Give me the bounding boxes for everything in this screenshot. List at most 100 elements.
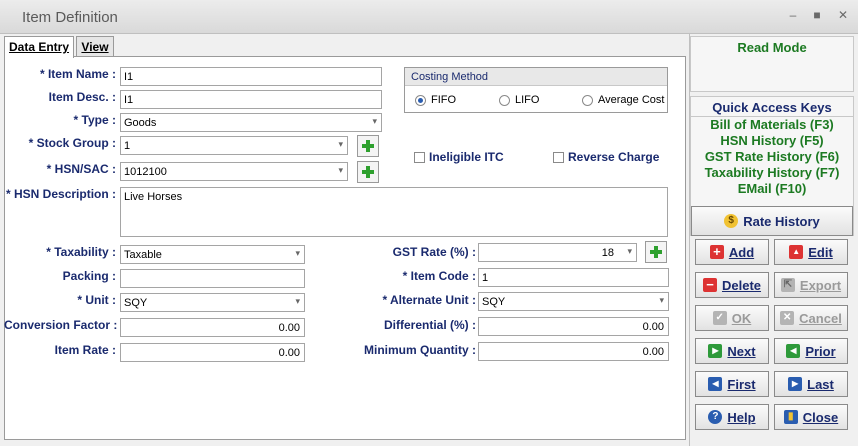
item-rate-input[interactable]: 0.00 bbox=[120, 343, 305, 362]
ok-button[interactable]: OK bbox=[695, 305, 769, 331]
item-desc-label: Item Desc. : bbox=[48, 90, 116, 104]
hsn-description-label: * HSN Description : bbox=[6, 187, 117, 201]
radio-selected-icon bbox=[415, 94, 426, 106]
quick-access-title: Quick Access Keys bbox=[691, 97, 853, 117]
add-button[interactable]: Add bbox=[695, 239, 769, 265]
rate-history-button[interactable]: Rate History bbox=[691, 206, 853, 236]
last-button[interactable]: Last bbox=[774, 371, 848, 397]
taxability-select[interactable]: Taxable ▾ bbox=[120, 245, 305, 264]
prior-icon bbox=[786, 344, 801, 358]
add-icon bbox=[709, 245, 724, 259]
average-cost-label: Average Cost bbox=[598, 94, 665, 106]
packing-input[interactable] bbox=[120, 269, 305, 288]
tab-data-entry[interactable]: Data Entry bbox=[4, 36, 74, 58]
rate-history-icon bbox=[724, 214, 739, 228]
next-icon bbox=[708, 344, 723, 358]
costing-method-group: Costing Method FIFO LIFO Average Cost bbox=[404, 67, 668, 113]
add-hsn-icon[interactable] bbox=[357, 161, 379, 183]
right-sidebar: Read Mode Quick Access Keys Bill of Mate… bbox=[689, 34, 858, 446]
mode-indicator: Read Mode bbox=[690, 36, 854, 92]
ok-icon bbox=[712, 311, 727, 325]
quick-access-email[interactable]: EMail (F10) bbox=[691, 181, 853, 197]
rate-history-label: Rate History bbox=[743, 213, 820, 229]
stock-group-select[interactable]: 1 ▾ bbox=[120, 136, 348, 155]
alternate-unit-select[interactable]: SQY ▾ bbox=[478, 292, 669, 311]
title-bar: Item Definition – ■ ✕ bbox=[0, 0, 858, 34]
ineligible-itc-label: Ineligible ITC bbox=[429, 150, 504, 164]
gst-rate-select[interactable]: 18 ▾ bbox=[478, 243, 637, 262]
first-button[interactable]: First bbox=[695, 371, 769, 397]
reverse-charge-label: Reverse Charge bbox=[568, 150, 660, 164]
chevron-down-icon: ▾ bbox=[372, 116, 377, 126]
close-label: Close bbox=[802, 409, 839, 425]
item-code-input[interactable]: 1 bbox=[478, 268, 669, 287]
add-gst-rate-icon[interactable] bbox=[645, 241, 667, 263]
fifo-label: FIFO bbox=[431, 94, 457, 106]
export-button[interactable]: Export bbox=[774, 272, 848, 298]
delete-icon bbox=[702, 278, 717, 292]
packing-label: Packing : bbox=[62, 269, 116, 283]
last-label: Last bbox=[807, 376, 834, 392]
average-cost-radio[interactable]: Average Cost bbox=[582, 94, 664, 106]
cancel-label: Cancel bbox=[799, 310, 842, 326]
unit-select[interactable]: SQY ▾ bbox=[120, 293, 305, 312]
minimum-quantity-input[interactable]: 0.00 bbox=[478, 342, 669, 361]
help-button[interactable]: Help bbox=[695, 404, 769, 430]
cancel-button[interactable]: Cancel bbox=[774, 305, 848, 331]
edit-label: Edit bbox=[808, 244, 833, 260]
ineligible-itc-checkbox[interactable]: Ineligible ITC bbox=[414, 150, 504, 164]
last-icon bbox=[788, 377, 803, 391]
quick-access-hsn-history[interactable]: HSN History (F5) bbox=[691, 133, 853, 149]
gst-rate-label: GST Rate (%) : bbox=[392, 245, 476, 259]
quick-access-gst-rate-history[interactable]: GST Rate History (F6) bbox=[691, 149, 853, 165]
hsn-sac-value: 1012100 bbox=[124, 166, 167, 178]
reverse-charge-checkbox[interactable]: Reverse Charge bbox=[553, 150, 659, 164]
hsn-sac-select[interactable]: 1012100 ▾ bbox=[120, 162, 348, 181]
taxability-value: Taxable bbox=[124, 249, 162, 261]
unit-label: * Unit : bbox=[77, 293, 116, 307]
delete-button[interactable]: Delete bbox=[695, 272, 769, 298]
next-label: Next bbox=[727, 343, 756, 359]
prior-button[interactable]: Prior bbox=[774, 338, 848, 364]
hsn-sac-label: * HSN/SAC : bbox=[46, 162, 116, 176]
add-stock-group-icon[interactable] bbox=[357, 135, 379, 157]
maximize-icon[interactable]: ■ bbox=[810, 8, 824, 22]
lifo-radio[interactable]: LIFO bbox=[499, 94, 539, 106]
quick-access-bom[interactable]: Bill of Materials (F3) bbox=[691, 117, 853, 133]
gst-rate-value: 18 bbox=[601, 247, 614, 259]
close-icon[interactable]: ✕ bbox=[836, 8, 850, 22]
close-button[interactable]: Close bbox=[774, 404, 848, 430]
item-desc-input[interactable]: I1 bbox=[120, 90, 382, 109]
fifo-radio[interactable]: FIFO bbox=[415, 94, 456, 106]
conversion-factor-input[interactable]: 0.00 bbox=[120, 318, 305, 337]
export-icon bbox=[780, 278, 795, 292]
chevron-down-icon: ▾ bbox=[295, 296, 300, 306]
differential-input[interactable]: 0.00 bbox=[478, 317, 669, 336]
edit-button[interactable]: Edit bbox=[774, 239, 848, 265]
cancel-icon bbox=[780, 311, 795, 325]
radio-icon bbox=[582, 94, 593, 106]
tab-view[interactable]: View bbox=[76, 36, 114, 57]
item-rate-label: Item Rate : bbox=[54, 343, 116, 357]
prior-label: Prior bbox=[805, 343, 836, 359]
quick-access-taxability-history[interactable]: Taxability History (F7) bbox=[691, 165, 853, 181]
stock-group-label: * Stock Group : bbox=[28, 136, 116, 150]
type-value: Goods bbox=[124, 117, 157, 129]
help-icon bbox=[708, 410, 723, 424]
first-icon bbox=[708, 377, 723, 391]
help-label: Help bbox=[727, 409, 756, 425]
item-name-input[interactable]: I1 bbox=[120, 67, 382, 86]
chevron-down-icon: ▾ bbox=[627, 246, 632, 256]
conversion-factor-label: Conversion Factor : bbox=[4, 318, 118, 332]
hsn-description-textarea[interactable]: Live Horses bbox=[120, 187, 668, 237]
chevron-down-icon: ▾ bbox=[338, 139, 343, 149]
chevron-down-icon: ▾ bbox=[295, 248, 300, 258]
delete-label: Delete bbox=[721, 277, 762, 293]
lifo-label: LIFO bbox=[515, 94, 540, 106]
next-button[interactable]: Next bbox=[695, 338, 769, 364]
minimize-icon[interactable]: – bbox=[786, 8, 800, 22]
type-select[interactable]: Goods ▾ bbox=[120, 113, 382, 132]
radio-icon bbox=[499, 94, 510, 106]
costing-method-title: Costing Method bbox=[405, 68, 667, 86]
alternate-unit-label: * Alternate Unit : bbox=[382, 293, 476, 307]
